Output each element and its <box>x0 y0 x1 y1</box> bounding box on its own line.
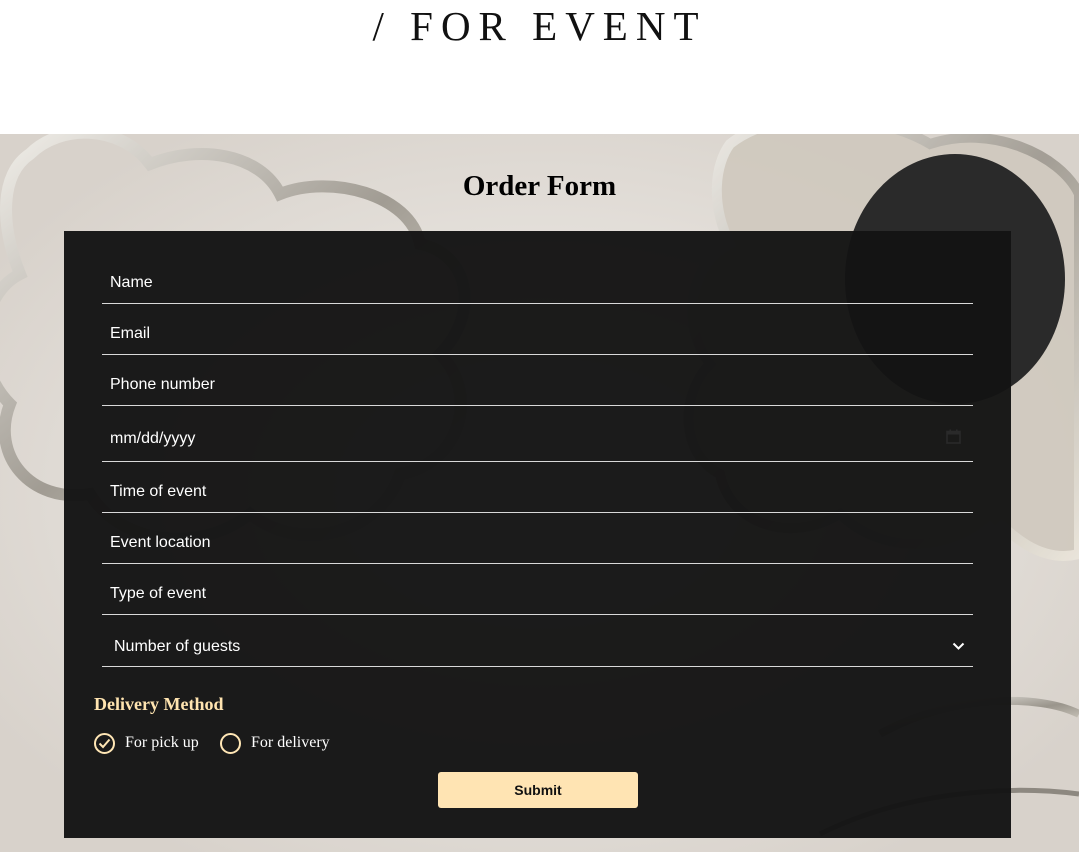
location-field <box>102 523 973 564</box>
event-type-field <box>102 574 973 615</box>
radio-checked-icon <box>94 732 115 754</box>
email-field <box>102 314 973 355</box>
delivery-label: For delivery <box>251 734 330 751</box>
guests-select-value: Number of guests <box>114 638 241 655</box>
order-form: Number of guests Delivery Method For pic… <box>64 231 1011 838</box>
phone-field <box>102 365 973 406</box>
form-title: Order Form <box>462 170 617 202</box>
checkmark-icon <box>98 738 111 748</box>
pickup-radio[interactable]: For pick up <box>94 732 199 754</box>
guests-select[interactable]: Number of guests <box>102 625 973 667</box>
date-field <box>102 416 973 462</box>
name-field <box>102 263 973 304</box>
time-input[interactable] <box>102 472 973 512</box>
location-input[interactable] <box>102 523 973 563</box>
page-header: / FOR EVENT <box>0 0 1079 134</box>
calendar-icon[interactable] <box>946 429 961 444</box>
email-input[interactable] <box>102 314 973 354</box>
date-input[interactable] <box>102 416 973 461</box>
submit-button[interactable]: Submit <box>438 772 638 808</box>
time-field <box>102 472 973 513</box>
name-input[interactable] <box>102 263 973 303</box>
page-title: / FOR EVENT <box>372 3 707 49</box>
order-section: Order Form Numbe <box>0 134 1079 852</box>
delivery-radio[interactable]: For delivery <box>220 732 330 754</box>
phone-input[interactable] <box>102 365 973 405</box>
chevron-down-icon <box>952 642 965 650</box>
radio-unchecked-icon <box>220 732 241 754</box>
delivery-method-title: Delivery Method <box>94 694 224 714</box>
pickup-label: For pick up <box>125 734 199 751</box>
event-type-input[interactable] <box>102 574 973 614</box>
